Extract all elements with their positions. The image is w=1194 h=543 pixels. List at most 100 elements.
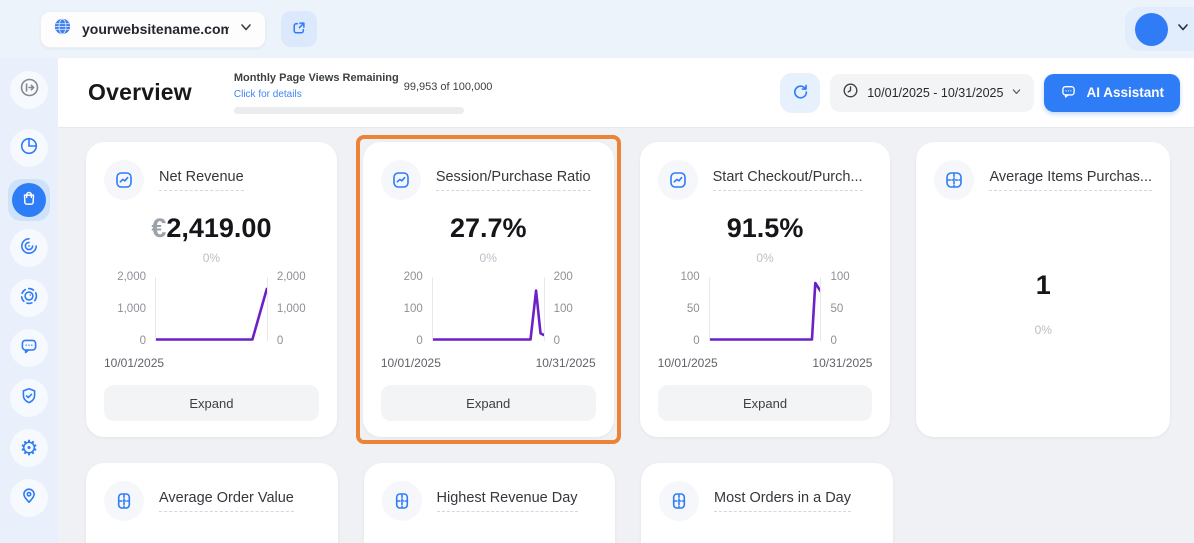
mini-chart: 2001000 2001000 10/01/202510/31/2025 bbox=[381, 277, 596, 370]
kpi-delta: 0% bbox=[658, 251, 873, 265]
card-title[interactable]: Most Orders in a Day bbox=[714, 490, 851, 512]
pie-chart-icon bbox=[19, 136, 39, 161]
mini-chart: 2,0001,0000 2,0001,0000 10/01/2025 bbox=[104, 277, 319, 370]
gauge-icon bbox=[19, 236, 39, 261]
card-title[interactable]: Session/Purchase Ratio bbox=[436, 169, 591, 191]
chart-plot bbox=[709, 277, 822, 341]
scan-focus-icon bbox=[19, 286, 39, 311]
card-start-checkout-ratio: Start Checkout/Purch... 91.5% 0% 100500 … bbox=[640, 142, 891, 437]
chevron-down-icon bbox=[1011, 84, 1022, 102]
kpi-value: 91.5% bbox=[658, 213, 873, 244]
expand-button[interactable]: Expand bbox=[104, 385, 319, 421]
sidebar-item-locations[interactable] bbox=[10, 479, 48, 517]
sidebar-item-security[interactable] bbox=[10, 379, 48, 417]
card-average-items-purchased: Average Items Purchas... 1 0% bbox=[916, 142, 1170, 437]
chevron-down-icon bbox=[1176, 20, 1190, 39]
x-axis-labels: 10/01/2025 bbox=[104, 356, 319, 370]
date-range-value: 10/01/2025 - 10/31/2025 bbox=[867, 86, 1003, 100]
sidebar-item-analytics[interactable] bbox=[10, 129, 48, 167]
card-title[interactable]: Net Revenue bbox=[159, 169, 244, 191]
card-highest-revenue-day: Highest Revenue Day bbox=[364, 463, 616, 543]
kpi-delta: 0% bbox=[104, 251, 319, 265]
globe-icon bbox=[53, 17, 72, 41]
card-title[interactable]: Highest Revenue Day bbox=[437, 490, 578, 512]
kpi-delta: 0% bbox=[381, 251, 596, 265]
line-chart-icon bbox=[658, 160, 698, 200]
y-axis-ticks-left: 2001000 bbox=[381, 270, 423, 348]
refresh-button[interactable] bbox=[780, 73, 820, 113]
quota-value: 99,953 of 100,000 bbox=[404, 81, 493, 102]
clock-icon bbox=[842, 82, 859, 104]
ai-assistant-label: AI Assistant bbox=[1086, 85, 1164, 100]
site-name: yourwebsitename.com bbox=[82, 21, 229, 37]
app-window: yourwebsitename.com bbox=[0, 0, 1194, 543]
card-session-purchase-ratio: Session/Purchase Ratio 27.7% 0% 2001000 … bbox=[363, 142, 614, 437]
avatar bbox=[1135, 13, 1168, 46]
page-views-quota: Monthly Page Views Remaining Click for d… bbox=[234, 72, 466, 114]
location-pin-icon bbox=[19, 486, 39, 511]
open-site-button[interactable] bbox=[281, 11, 317, 47]
x-axis-labels: 10/01/202510/31/2025 bbox=[381, 356, 596, 370]
ai-assistant-button[interactable]: AI Assistant bbox=[1044, 74, 1180, 112]
page-header: Overview Monthly Page Views Remaining Cl… bbox=[58, 58, 1194, 128]
expand-button[interactable]: Expand bbox=[658, 385, 873, 421]
kpi-value: €2,419.00 bbox=[104, 213, 319, 244]
line-chart-icon bbox=[381, 160, 421, 200]
table-grid-icon bbox=[659, 481, 699, 521]
gear-icon: ⚙ bbox=[20, 438, 39, 459]
y-axis-ticks-right: 2,0001,0000 bbox=[277, 270, 319, 348]
quota-progress-bar bbox=[234, 107, 464, 114]
sidebar-nav: ⚙ bbox=[0, 58, 58, 543]
sidebar-item-settings[interactable]: ⚙ bbox=[10, 429, 48, 467]
quota-progress-fill bbox=[234, 107, 464, 114]
x-axis-labels: 10/01/202510/31/2025 bbox=[658, 356, 873, 370]
chevron-down-icon bbox=[239, 20, 253, 39]
y-axis-ticks-left: 100500 bbox=[658, 270, 700, 348]
kpi-value: 1 bbox=[934, 270, 1152, 301]
kpi-grid-row2: Average Order Value Highest Revenue Day … bbox=[86, 463, 1170, 543]
card-average-order-value: Average Order Value bbox=[86, 463, 338, 543]
chat-bubble-icon bbox=[19, 336, 39, 361]
page-title: Overview bbox=[88, 79, 192, 106]
card-most-orders-in-a-day: Most Orders in a Day bbox=[641, 463, 893, 543]
highlight-frame: Session/Purchase Ratio 27.7% 0% 2001000 … bbox=[356, 135, 621, 444]
grid-icon bbox=[934, 160, 974, 200]
shield-check-icon bbox=[19, 386, 39, 411]
shopping-bag-icon bbox=[20, 189, 38, 212]
sidebar-item-orders[interactable] bbox=[8, 179, 50, 221]
refresh-icon bbox=[791, 82, 810, 104]
card-title[interactable]: Average Order Value bbox=[159, 490, 294, 512]
chart-plot bbox=[432, 277, 545, 341]
amount: 2,419.00 bbox=[166, 213, 271, 243]
account-menu[interactable] bbox=[1125, 7, 1194, 51]
quota-details-link[interactable]: Click for details bbox=[234, 89, 302, 100]
card-title[interactable]: Average Items Purchas... bbox=[989, 169, 1152, 191]
table-grid-icon bbox=[382, 481, 422, 521]
sidebar-item-chat[interactable] bbox=[10, 329, 48, 367]
kpi-value: 27.7% bbox=[381, 213, 596, 244]
dashboard-content: Net Revenue €2,419.00 0% 2,0001,0000 2,0… bbox=[58, 128, 1194, 543]
line-chart-icon bbox=[104, 160, 144, 200]
y-axis-ticks-right: 100500 bbox=[830, 270, 872, 348]
kpi-delta: 0% bbox=[934, 323, 1152, 337]
active-indicator bbox=[12, 183, 46, 217]
y-axis-ticks-right: 2001000 bbox=[554, 270, 596, 348]
collapse-sidebar-icon bbox=[19, 77, 40, 103]
chart-plot bbox=[155, 277, 268, 341]
date-range-picker[interactable]: 10/01/2025 - 10/31/2025 bbox=[830, 74, 1034, 112]
site-selector[interactable]: yourwebsitename.com bbox=[40, 11, 266, 48]
card-title[interactable]: Start Checkout/Purch... bbox=[713, 169, 863, 191]
expand-button[interactable]: Expand bbox=[381, 385, 596, 421]
kpi-grid-row1: Net Revenue €2,419.00 0% 2,0001,0000 2,0… bbox=[86, 142, 1170, 437]
sidebar-item-collapse[interactable] bbox=[10, 71, 48, 109]
table-grid-icon bbox=[104, 481, 144, 521]
card-net-revenue: Net Revenue €2,419.00 0% 2,0001,0000 2,0… bbox=[86, 142, 337, 437]
chat-bubble-icon bbox=[1060, 83, 1077, 103]
top-bar: yourwebsitename.com bbox=[0, 0, 1194, 58]
currency-symbol: € bbox=[151, 213, 166, 243]
external-link-icon bbox=[290, 19, 308, 40]
sidebar-item-performance[interactable] bbox=[10, 229, 48, 267]
sidebar-item-tracking[interactable] bbox=[10, 279, 48, 317]
mini-chart: 100500 100500 10/01/202510/31/2025 bbox=[658, 277, 873, 370]
quota-label: Monthly Page Views Remaining bbox=[234, 72, 399, 84]
